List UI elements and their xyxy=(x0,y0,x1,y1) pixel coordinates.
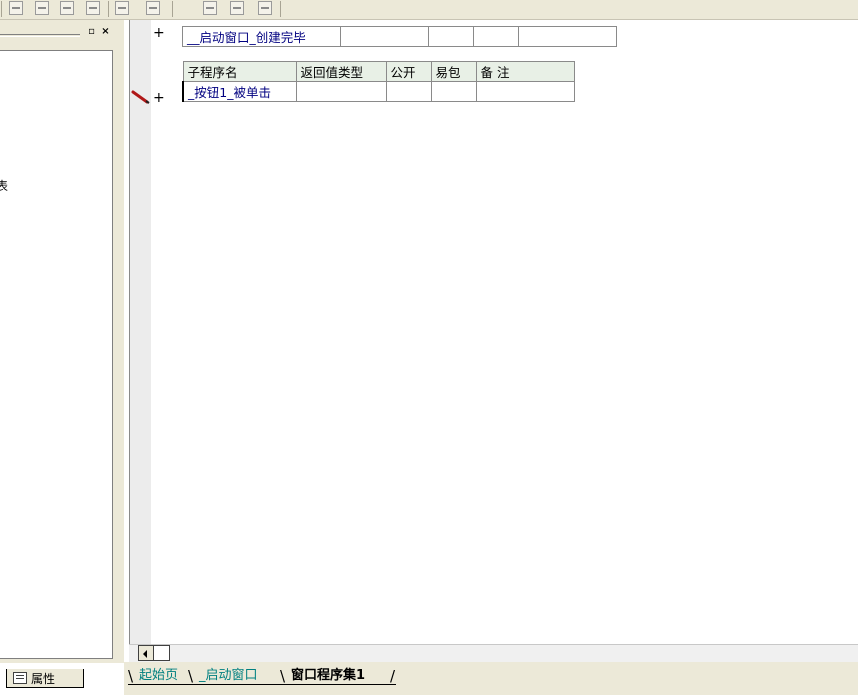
tab-window-assembly[interactable]: 窗口程序集1 xyxy=(288,667,368,685)
space-horizontal-icon[interactable] xyxy=(203,1,217,15)
restore-panel-button[interactable]: ▫ xyxy=(86,27,97,38)
toolbar-separator xyxy=(1,1,2,17)
title-groove xyxy=(0,34,80,35)
event-name-cell[interactable]: __启动窗口_创建完毕 xyxy=(182,26,341,47)
empty-cell[interactable] xyxy=(518,26,617,47)
subroutine-row[interactable]: _按钮1_被单击 xyxy=(182,81,575,102)
edit-pencil-icon xyxy=(131,90,150,104)
property-tab[interactable]: 属性 xyxy=(6,669,84,688)
left-docked-panel: ▫ × 表 xyxy=(0,20,124,663)
subroutine-name-cell[interactable]: _按钮1_被单击 xyxy=(182,81,297,102)
tab-divider: / xyxy=(390,667,396,685)
title-groove-highlight xyxy=(0,36,80,37)
easy-package-cell[interactable] xyxy=(430,81,477,102)
tab-divider: \ xyxy=(188,667,194,685)
return-type-cell[interactable] xyxy=(295,81,387,102)
empty-cell[interactable] xyxy=(428,26,474,47)
tab-start-page[interactable]: 起始页 xyxy=(136,667,181,685)
tab-divider: \ xyxy=(128,667,134,685)
empty-cell[interactable] xyxy=(340,26,429,47)
toolbar-separator xyxy=(280,1,281,17)
align-center-icon[interactable] xyxy=(35,1,49,15)
header-cell: 公开 xyxy=(385,61,432,82)
toolbar-separator xyxy=(108,1,109,17)
expand-plus-icon[interactable]: + xyxy=(153,90,165,106)
remark-cell[interactable] xyxy=(475,81,575,102)
header-cell: 子程序名 xyxy=(182,61,297,82)
alignment-toolbar xyxy=(0,0,858,20)
scroll-left-button[interactable] xyxy=(138,645,154,661)
tree-item-fragment[interactable]: 表 xyxy=(0,177,8,194)
tab-divider: \ xyxy=(280,667,286,685)
same-height-icon[interactable] xyxy=(146,1,160,15)
space-vertical-icon[interactable] xyxy=(230,1,244,15)
same-width-icon[interactable] xyxy=(115,1,129,15)
property-tab-label: 属性 xyxy=(31,671,56,686)
header-cell: 备 注 xyxy=(475,61,575,82)
tab-startup-window[interactable]: _启动窗口 xyxy=(196,667,261,685)
align-top-icon[interactable] xyxy=(60,1,74,15)
code-editor[interactable]: + __启动窗口_创建完毕 子程序名 返回值类型 公开 易包 备 注 _按钮1_… xyxy=(151,20,858,644)
subroutine-header-row: 子程序名 返回值类型 公开 易包 备 注 xyxy=(182,61,575,82)
toolbar-separator xyxy=(172,1,173,17)
center-icon[interactable] xyxy=(258,1,272,15)
event-row-table: __启动窗口_创建完毕 xyxy=(182,26,617,47)
empty-cell[interactable] xyxy=(473,26,519,47)
project-tree[interactable]: 表 xyxy=(0,50,113,659)
panel-title-bar: ▫ × xyxy=(0,26,118,40)
horizontal-scrollbar[interactable] xyxy=(129,644,858,662)
public-cell[interactable] xyxy=(385,81,432,102)
header-cell: 返回值类型 xyxy=(295,61,387,82)
arrow-left-icon xyxy=(143,650,147,658)
align-left-icon[interactable] xyxy=(9,1,23,15)
expand-plus-icon[interactable]: + xyxy=(153,25,165,41)
subroutine-table: 子程序名 返回值类型 公开 易包 备 注 _按钮1_被单击 xyxy=(182,61,575,102)
tab-baseline xyxy=(128,684,396,685)
scroll-thumb[interactable] xyxy=(154,645,170,661)
property-icon xyxy=(13,672,27,684)
close-panel-button[interactable]: × xyxy=(100,27,111,38)
editor-gutter xyxy=(129,20,152,644)
align-right-icon[interactable] xyxy=(86,1,100,15)
header-cell: 易包 xyxy=(430,61,477,82)
document-tabs: \ 起始页 \ _启动窗口 \ 窗口程序集1 / xyxy=(124,662,858,695)
